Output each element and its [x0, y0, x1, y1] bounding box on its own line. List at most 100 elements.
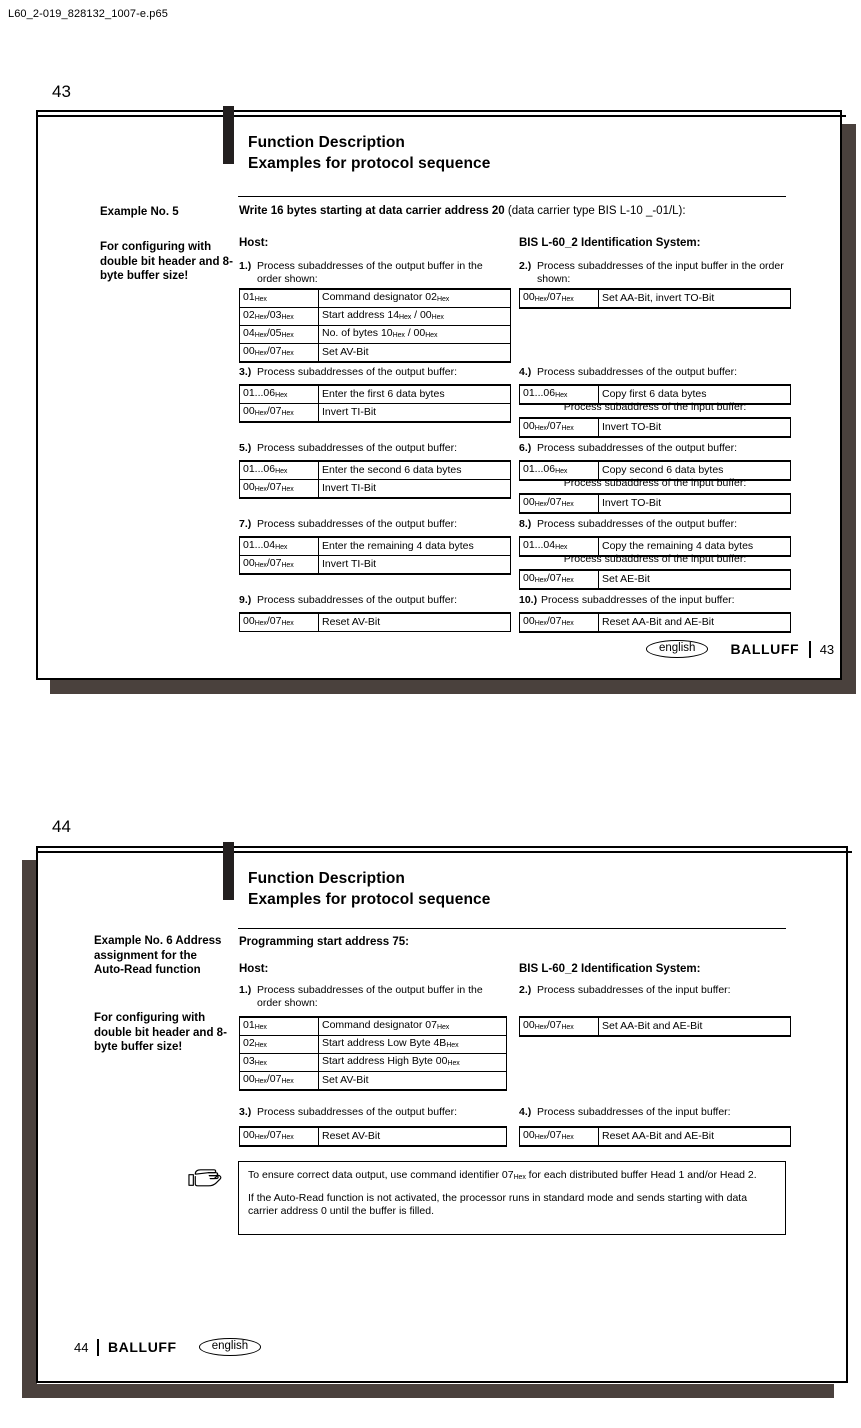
document-filename: L60_2-019_828132_1007-e.p65 [8, 8, 168, 20]
page-44-table-4: 00Hex/07Hex Reset AA-Bit and AE-Bit [519, 1126, 791, 1147]
table-cell-address: 01...06Hex [239, 460, 319, 480]
page-43-step-10-number: 10.) [519, 594, 538, 606]
page-44-header-title-line2: Examples for protocol sequence [248, 891, 491, 908]
table-row: 00Hex/07Hex Set AV-Bit [239, 1071, 507, 1091]
page-43-step-7-text: Process subaddresses of the output buffe… [257, 518, 458, 530]
page-43-step-5-number: 5.) [239, 442, 252, 454]
page-43-inner-note-4: Process subaddress of the input buffer: [563, 401, 747, 413]
page-43-step-6-text: Process subaddresses of the output buffe… [537, 442, 738, 454]
page-43-step-10: 10.) Process subaddresses of the input bu… [519, 594, 799, 607]
table-cell-address: 00Hex/07Hex [519, 1016, 599, 1037]
table-cell-description: Set AE-Bit [598, 569, 791, 590]
page-44-step-3-number: 3.) [239, 1106, 252, 1118]
page-43-inner-note-6: Process subaddress of the input buffer: [563, 477, 747, 489]
page-43-table-3: 01...06Hex Enter the first 6 data bytes 00… [239, 384, 511, 423]
table-row: 00Hex/07Hex Invert TO-Bit [519, 493, 791, 514]
table-cell-description: No. of bytes 10Hex / 00Hex [318, 325, 511, 344]
table-row: 00Hex/07Hex Invert TI-Bit [239, 403, 511, 423]
table-row: 02Hex/03Hex Start address 14Hex / 00Hex [239, 307, 511, 326]
page-44-note-paragraph-1: To ensure correct data output, use comma… [248, 1169, 757, 1181]
table-cell-description: Start address Low Byte 4BHex [318, 1035, 507, 1054]
table-row: 00Hex/07Hex Set AV-Bit [239, 343, 511, 363]
page-43-header-title-line1: Function Description [248, 134, 405, 151]
table-row: 00Hex/07Hex Reset AV-Bit [239, 1126, 507, 1147]
table-cell-address: 02Hex/03Hex [239, 307, 319, 326]
table-cell-address: 00Hex/07Hex [519, 1126, 599, 1147]
table-cell-description: Invert TO-Bit [598, 493, 791, 514]
page-43-header-rule [36, 115, 846, 117]
page-43-step-7-number: 7.) [239, 518, 252, 530]
page-43-header-tab [223, 106, 234, 164]
page-43-table-6b: 00Hex/07Hex Invert TO-Bit [519, 493, 791, 514]
table-cell-address: 00Hex/07Hex [239, 555, 319, 575]
page-44-step-2: 2.) Process subaddresses of the input buf… [519, 984, 799, 997]
table-cell-address: 00Hex/07Hex [519, 569, 599, 590]
table-cell-description: Set AV-Bit [318, 343, 511, 363]
table-cell-address: 00Hex/07Hex [239, 479, 319, 499]
table-cell-address: 00Hex/07Hex [239, 403, 319, 423]
page-44-host-heading: Host: [239, 963, 269, 975]
page-43-step-1-number: 1.) [239, 260, 252, 272]
page-44-bis-heading: BIS L-60_2 Identification System: [519, 963, 701, 975]
table-cell-description: Set AV-Bit [318, 1071, 507, 1091]
page-43-section-rule [238, 196, 786, 197]
table-cell-description: Invert TI-Bit [318, 403, 511, 423]
page-43-header-title-line2: Examples for protocol sequence [248, 155, 491, 172]
page-43-step-4-text: Process subaddresses of the output buffe… [537, 366, 738, 378]
table-row: 00Hex/07Hex Set AE-Bit [519, 569, 791, 590]
table-row: 00Hex/07Hex Invert TI-Bit [239, 479, 511, 499]
table-cell-address: 01...04Hex [239, 536, 319, 556]
table-cell-description: Invert TI-Bit [318, 555, 511, 575]
page-44-main-heading: Programming start address 75: [239, 936, 410, 948]
page-43-host-heading: Host: [239, 237, 269, 249]
pointing-hand-icon [188, 1169, 222, 1187]
footer-language-badge: english [646, 640, 709, 658]
table-cell-description: Enter the second 6 data bytes [318, 460, 511, 480]
page-43-main-heading: Write 16 bytes starting at data carrier … [239, 205, 686, 217]
table-cell-address: 00Hex/07Hex [239, 1126, 319, 1147]
page-44-step-2-number: 2.) [519, 984, 532, 996]
table-cell-address: 01Hex [239, 288, 319, 308]
page-43-step-4-number: 4.) [519, 366, 532, 378]
page-44-shadow-left [22, 860, 37, 1384]
table-cell-address: 00Hex/07Hex [239, 343, 319, 363]
page-44-step-1-text: Process subaddresses of the output buffe… [257, 984, 483, 1009]
table-cell-description: Reset AV-Bit [318, 1126, 507, 1147]
page-43-bis-heading: BIS L-60_2 Identification System: [519, 237, 701, 249]
table-cell-address: 00Hex/07Hex [519, 417, 599, 438]
table-cell-address: 00Hex/07Hex [239, 612, 319, 632]
page-44-section-rule [238, 928, 786, 929]
table-cell-address: 02Hex [239, 1035, 319, 1054]
page-43-step-5: 5.) Process subaddresses of the output bu… [239, 442, 519, 455]
page-44-step-4-number: 4.) [519, 1106, 532, 1118]
page-43-main-heading-bold: Write 16 bytes starting at data carrier … [239, 205, 505, 217]
table-cell-description: Command designator 07Hex [318, 1016, 507, 1036]
table-row: 00Hex/07Hex Set AA-Bit and AE-Bit [519, 1016, 791, 1037]
footer-divider [809, 640, 811, 658]
page-43-step-9-text: Process subaddresses of the output buffe… [257, 594, 458, 606]
page-43-step-2: 2.) Process subaddresses of the input buf… [519, 260, 799, 286]
table-row: 01Hex Command designator 02Hex [239, 288, 511, 308]
page-43-inner-note-8: Process subaddress of the input buffer: [563, 553, 747, 565]
table-cell-address: 01...06Hex [239, 384, 319, 404]
table-row: 03Hex Start address High Byte 00Hex [239, 1053, 507, 1072]
page-43-step-4: 4.) Process subaddresses of the output bu… [519, 366, 799, 379]
table-cell-address: 00Hex/07Hex [239, 1071, 319, 1091]
page-44-table-3: 00Hex/07Hex Reset AV-Bit [239, 1126, 507, 1147]
table-cell-description: Invert TI-Bit [318, 479, 511, 499]
table-row: 01...06Hex Enter the second 6 data bytes [239, 460, 511, 480]
page-43-table-7: 01...04Hex Enter the remaining 4 data byt… [239, 536, 511, 575]
page-43-step-1: 1.) Process subaddresses of the output bu… [239, 260, 519, 286]
table-row: 01Hex Command designator 07Hex [239, 1016, 507, 1036]
table-row: 00Hex/07Hex Invert TO-Bit [519, 417, 791, 438]
page-44-note-box: To ensure correct data output, use comma… [238, 1161, 786, 1235]
page-44-table-2: 00Hex/07Hex Set AA-Bit and AE-Bit [519, 1016, 791, 1037]
page-43-step-2-text: Process subaddresses of the input buffer… [537, 260, 784, 285]
table-row: 00Hex/07Hex Reset AV-Bit [239, 612, 511, 632]
table-cell-address: 00Hex/07Hex [519, 612, 599, 633]
table-cell-description: Set AA-Bit, invert TO-Bit [598, 288, 791, 309]
page-44-step-3-text: Process subaddresses of the output buffe… [257, 1106, 458, 1118]
page-43-step-3-number: 3.) [239, 366, 252, 378]
page-43-step-8-number: 8.) [519, 518, 532, 530]
table-cell-address: 03Hex [239, 1053, 319, 1072]
